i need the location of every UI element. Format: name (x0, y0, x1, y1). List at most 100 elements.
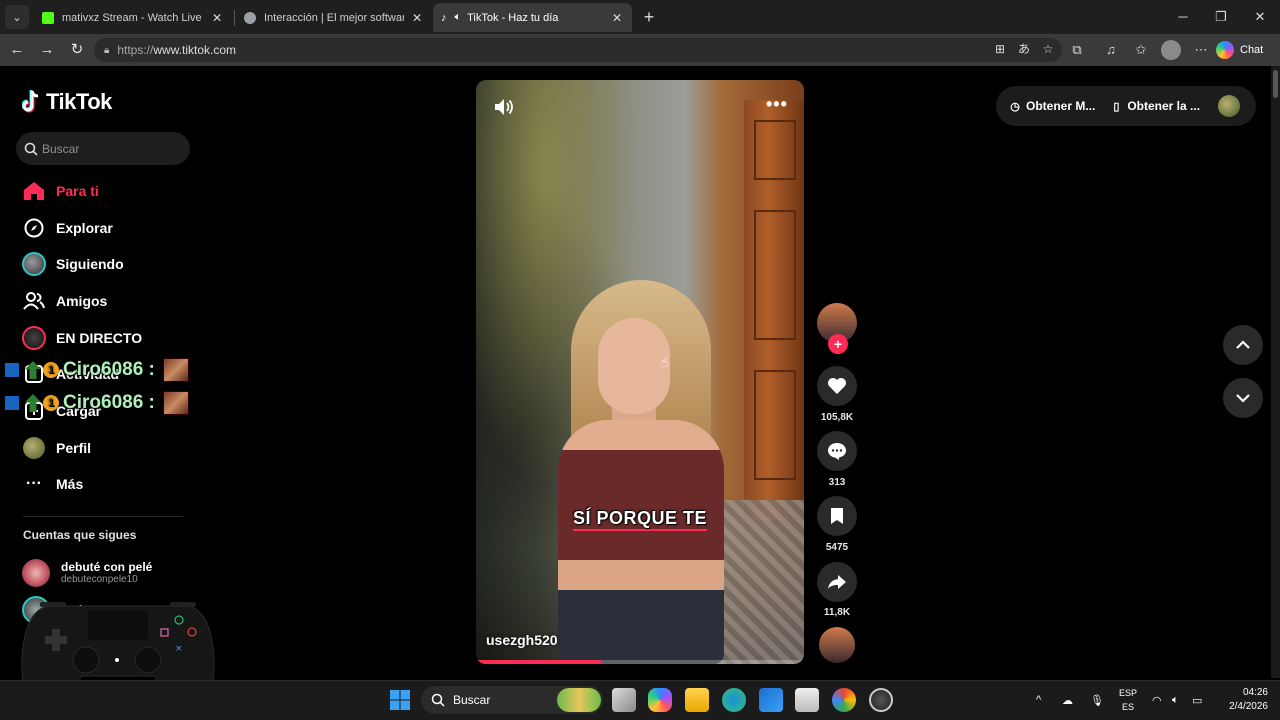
url-host: www.tiktok.com (153, 43, 237, 57)
like-button[interactable] (817, 366, 857, 406)
sidebar-item-amigos[interactable]: Amigos (22, 287, 107, 315)
speaker-icon[interactable]: 🔈︎ (455, 11, 462, 24)
close-window-button[interactable]: ✕ (1241, 0, 1279, 34)
taskbar-search[interactable]: Buscar (421, 686, 603, 714)
follow-plus-button[interactable]: + (828, 334, 848, 354)
sidebar-item-label: Siguiendo (56, 256, 124, 272)
volume-icon[interactable]: 🔈︎ (1172, 680, 1179, 720)
forward-button[interactable]: → (36, 39, 58, 61)
wifi-icon[interactable]: ◠ (1152, 680, 1162, 720)
site-info-icon[interactable]: 🔒︎ (104, 45, 109, 56)
stream-chat-overlay-row: 1 Ciro6086 : (5, 357, 189, 383)
scrollbar-thumb[interactable] (1273, 70, 1278, 98)
chrome-icon[interactable] (832, 688, 856, 712)
sidebar-item-explorar[interactable]: Explorar (22, 214, 113, 242)
level-badge: 1 (43, 362, 59, 378)
tiktok-logo[interactable]: TikTok (22, 88, 112, 116)
friends-icon (22, 289, 46, 313)
input-language-indicator[interactable]: ESP ES (1118, 686, 1138, 714)
search-input[interactable]: Buscar (16, 132, 190, 165)
user-avatar[interactable] (1218, 95, 1240, 117)
comment-button[interactable] (817, 431, 857, 471)
copilot-label: Chat (1240, 44, 1264, 56)
tab-kick-stream[interactable]: mativxz Stream - Watch Live on Ki ✕ (34, 3, 232, 32)
translate-icon[interactable]: あ (1013, 38, 1035, 60)
keyboard-layout: ES (1121, 702, 1134, 712)
get-mobile-app-button[interactable]: ▯ Obtener la ... (1109, 99, 1200, 113)
windows-logo-icon (390, 690, 410, 710)
taskbar-clock[interactable]: 04:26 2/4/2026 (1218, 686, 1268, 714)
sound-on-icon[interactable] (492, 96, 514, 118)
share-arrow-icon (828, 575, 846, 589)
sidebar-item-perfil[interactable]: Perfil (22, 434, 91, 462)
microphone-icon[interactable]: 🎙︎ (1090, 680, 1104, 720)
following-section-title: Cuentas que sigues (23, 528, 137, 542)
share-count: 11,8K (823, 607, 851, 618)
video-player[interactable]: ••• ☝︎ SÍ PORQUE TE usezgh520 (476, 80, 804, 664)
get-app-bar: ◷ Obtener M... ▯ Obtener la ... (996, 86, 1256, 126)
next-video-button[interactable] (1223, 378, 1263, 418)
edge-browser-icon[interactable] (722, 688, 746, 712)
tiktok-app-icon: ◷ (1010, 100, 1020, 113)
settings-more-icon[interactable]: ⋯ (1190, 39, 1212, 61)
tab-separator (234, 10, 235, 26)
new-tab-button[interactable]: + (639, 5, 659, 29)
tab-close-icon[interactable]: ✕ (210, 11, 224, 25)
media-control-icon[interactable]: ♫ (1100, 39, 1122, 61)
broadcaster-badge-icon (5, 363, 19, 377)
file-explorer-icon[interactable] (685, 688, 709, 712)
microsoft-store-icon[interactable] (795, 688, 819, 712)
app-available-icon[interactable]: ⊞ (989, 38, 1011, 60)
profile-icon (22, 436, 46, 460)
tab-tiktok[interactable]: ♪ 🔈︎ TikTok - Haz tu día ✕ (433, 3, 632, 32)
sidebar-item-label: Más (56, 476, 84, 492)
video-author[interactable]: usezgh520 (486, 632, 558, 648)
favorites-icon[interactable]: ✩ (1130, 39, 1152, 61)
reload-button[interactable]: ↻ (66, 39, 88, 61)
tab-close-icon[interactable]: ✕ (610, 11, 624, 25)
get-mobile-app-label: Obtener la ... (1127, 99, 1201, 113)
tab-title: Interacción | El mejor software par (264, 11, 404, 24)
sidebar-item-para-ti[interactable]: Para ti (22, 177, 99, 205)
video-more-options-button[interactable]: ••• (766, 94, 788, 115)
page-scrollbar[interactable] (1271, 66, 1280, 678)
home-icon (22, 179, 46, 203)
favorite-star-icon[interactable]: ☆ (1037, 38, 1059, 60)
back-button[interactable]: ← (6, 39, 28, 61)
onedrive-icon[interactable]: ☁︎ (1062, 680, 1073, 720)
minimize-button[interactable]: ─ (1164, 0, 1202, 34)
sidebar-item-siguiendo[interactable]: Siguiendo (22, 250, 124, 278)
tab-close-icon[interactable]: ✕ (410, 11, 424, 25)
task-view-icon[interactable] (612, 688, 636, 712)
tab-interaccion[interactable]: Interacción | El mejor software par ✕ (236, 3, 432, 32)
bookmark-icon (831, 508, 843, 524)
svg-text:×: × (175, 644, 183, 654)
following-account-item[interactable]: debuté con pelé debuteconpele10 (22, 557, 152, 589)
profile-avatar[interactable] (1161, 40, 1181, 60)
restore-button[interactable]: ❐ (1202, 0, 1240, 34)
sidebar-item-label: Explorar (56, 220, 113, 236)
video-progress-bar[interactable] (476, 660, 804, 664)
sidebar-item-mas[interactable]: ··· Más (22, 470, 83, 498)
obs-studio-icon[interactable] (869, 688, 893, 712)
tab-actions-menu-button[interactable]: ⌄ (5, 5, 29, 29)
show-hidden-icons-button[interactable]: ^ (1036, 680, 1041, 720)
video-frame (558, 420, 724, 664)
copilot-chat-button[interactable]: Chat (1216, 39, 1263, 61)
address-bar[interactable]: 🔒︎ https:// www.tiktok.com (94, 38, 1062, 62)
start-button[interactable] (388, 688, 412, 712)
save-button[interactable] (817, 496, 857, 536)
get-desktop-app-button[interactable]: ◷ Obtener M... (1008, 99, 1095, 113)
previous-video-button[interactable] (1223, 325, 1263, 365)
share-button[interactable] (817, 562, 857, 602)
taskbar-search-label: Buscar (453, 693, 491, 707)
battery-icon[interactable]: ▭ (1192, 680, 1202, 720)
music-disc-icon[interactable] (819, 627, 855, 663)
tiktok-note-icon (22, 90, 39, 113)
sidebar-item-en-directo[interactable]: EN DIRECTO (22, 324, 142, 352)
interaccion-favicon-icon (244, 11, 256, 24)
extensions-icon[interactable]: ⧉ (1066, 39, 1088, 61)
phone-icon: ▯ (1113, 100, 1120, 113)
copilot-taskbar-icon[interactable] (648, 688, 672, 712)
outlook-icon[interactable] (759, 688, 783, 712)
